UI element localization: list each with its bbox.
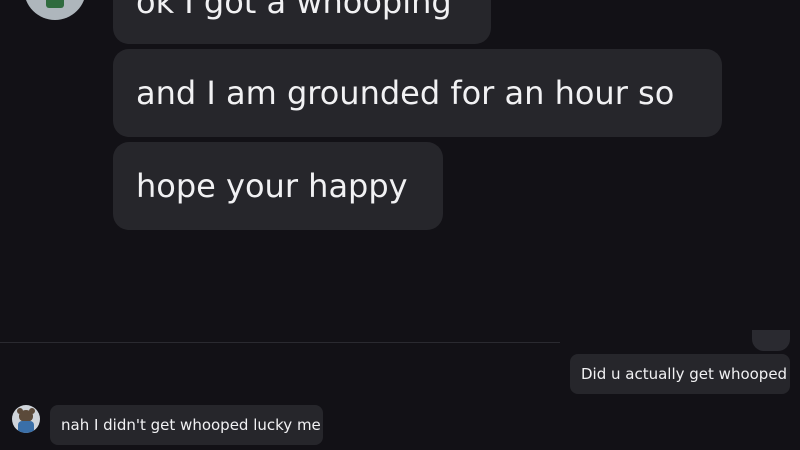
message-bubble[interactable]: hope your happy: [113, 142, 443, 230]
message-bubble[interactable]: and I am grounded for an hour so: [113, 49, 722, 137]
message-text: nah I didn't get whooped lucky me: [61, 416, 321, 434]
sender-avatar[interactable]: [24, 0, 86, 20]
bear-avatar-icon[interactable]: [12, 405, 40, 433]
message-text: ok I got a whooping: [136, 0, 452, 21]
outgoing-message-bubble[interactable]: Did u actually get whooped: [570, 354, 790, 394]
avatar-figure-icon: [46, 0, 64, 8]
chat-screenshot: ok I got a whooping and I am grounded fo…: [0, 0, 800, 450]
previous-outgoing-bubble-edge: [752, 330, 790, 351]
bear-body: [18, 421, 34, 433]
incoming-message-bubble[interactable]: nah I didn't get whooped lucky me: [50, 405, 323, 445]
section-divider: [0, 342, 560, 343]
message-text: Did u actually get whooped: [581, 365, 788, 383]
message-text: and I am grounded for an hour so: [136, 74, 675, 112]
zoomed-chat-region: ok I got a whooping and I am grounded fo…: [0, 0, 800, 342]
message-bubble[interactable]: ok I got a whooping: [113, 0, 491, 44]
message-text: hope your happy: [136, 167, 408, 205]
